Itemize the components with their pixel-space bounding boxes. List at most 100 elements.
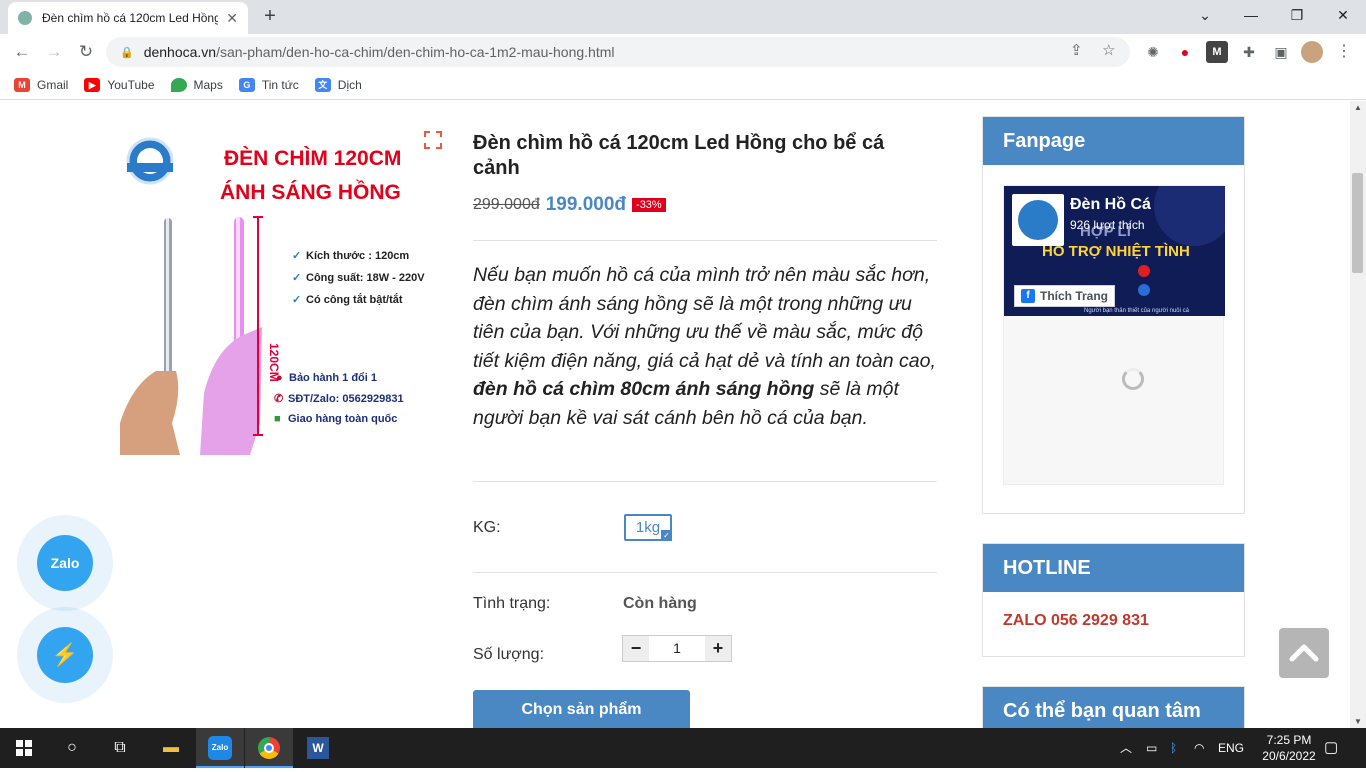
lock-icon[interactable]: 🔒 [120,46,134,59]
windows-start-icon[interactable] [0,728,48,768]
forward-icon[interactable]: → [40,38,68,66]
extension-gear-icon[interactable]: ✺ [1142,41,1164,63]
svg-text:✆: ✆ [274,393,283,405]
image-service-2: SĐT/Zalo: 0562929831 [288,393,404,405]
price-row: 299.000đ 199.000đ -33% [473,194,666,216]
browser-tab[interactable]: Đèn chìm hồ cá 120cm Led Hồng c ✕ [8,2,248,34]
page-scrollbar[interactable]: ▲ ▼ [1350,101,1366,728]
tab-close-icon[interactable]: ✕ [226,10,238,27]
tab-search-icon[interactable]: ⌄ [1182,0,1228,30]
chevron-up-icon [1289,644,1319,662]
select-product-button[interactable]: Chọn sản phẩm [473,690,690,728]
news-icon: G [238,77,255,92]
divider [473,240,937,241]
clock-date: 20/6/2022 [1262,749,1316,763]
fanpage-widget: Fanpage HỢP LÍ HỖ TRỢ NHIỆT TÌNH Người b… [982,116,1245,514]
profile-avatar[interactable] [1301,41,1323,63]
hotline-widget: HOTLINE ZALO 056 2929 831 [982,543,1245,657]
scrollbar-thumb[interactable] [1352,173,1363,273]
search-icon[interactable]: ○ [48,728,96,768]
taskbar: ○ ⧉ ▬ Zalo W ︿ ▭ ᛒ ◠ ENG 7:25 PM 20/6/20… [0,728,1366,768]
input-language[interactable]: ENG [1218,728,1244,768]
status-label: Tình trạng: [473,595,551,612]
side-panel-icon[interactable]: ▣ [1270,41,1292,63]
related-widget: Có thể bạn quan tâm [982,686,1245,728]
tab-title: Đèn chìm hồ cá 120cm Led Hồng c [42,11,219,25]
svg-text:✓: ✓ [292,294,301,306]
image-service-1: Bảo hành 1 đổi 1 [289,372,377,384]
url-path: /san-pham/den-ho-ca-chim/den-chim-ho-ca-… [216,44,615,60]
scroll-up-arrow-icon[interactable]: ▲ [1354,103,1362,112]
old-price: 299.000đ [473,196,540,213]
minimize-icon[interactable]: — [1228,0,1274,30]
related-heading: Có thể bạn quan tâm [983,687,1244,728]
facebook-like-page-button[interactable]: f Thích Trang [1014,285,1116,307]
new-tab-icon[interactable]: + [258,4,282,28]
pinterest-icon[interactable]: ● [1174,41,1196,63]
system-clock[interactable]: 7:25 PM 20/6/2022 [1255,732,1323,764]
battery-icon[interactable]: ▭ [1146,728,1157,768]
image-service-3: Giao hàng toàn quốc [288,413,397,425]
quantity-input[interactable]: 1 [649,636,705,661]
bookmark-gmail[interactable]: M Gmail [14,77,68,92]
task-view-icon[interactable]: ⧉ [96,728,144,768]
messenger-icon: ⚡ [37,627,93,683]
zalo-taskbar-icon[interactable]: Zalo [196,728,244,768]
bookmark-youtube[interactable]: ▶ YouTube [84,77,155,92]
back-icon[interactable]: ← [8,38,36,66]
scroll-down-arrow-icon[interactable]: ▼ [1354,717,1362,726]
bookmark-maps[interactable]: Maps [170,77,223,92]
translate-icon: 文 [314,77,331,92]
product-image[interactable]: 120CM ĐÈN CHÌM 120CM ÁNH SÁNG HỒNG ✓ Kíc… [120,123,450,455]
menu-kebab-icon[interactable]: ⋮ [1333,41,1355,63]
zalo-chat-button[interactable]: Zalo [17,515,113,611]
puzzle-icon[interactable]: ✚ [1238,41,1260,63]
hotline-number[interactable]: ZALO 056 2929 831 [983,592,1244,650]
svg-text:✓: ✓ [292,250,301,262]
word-taskbar-icon[interactable]: W [294,728,342,768]
divider [473,572,937,573]
share-icon[interactable]: ⇪ [1070,41,1083,59]
quantity-increase-button[interactable]: + [705,636,731,661]
site-favicon-icon [18,11,32,25]
discount-badge: -33% [632,198,666,212]
image-spec-3: Có công tắt bật/tắt [306,293,403,306]
stock-status: Còn hàng [623,595,697,612]
m-extension-icon[interactable]: M [1206,41,1228,63]
image-spec-2: Công suất: 18W - 220V [306,272,425,284]
facebook-page-plugin: HỢP LÍ HỖ TRỢ NHIỆT TÌNH Người bạn thân … [1003,185,1225,485]
quantity-decrease-button[interactable]: − [623,636,649,661]
bluetooth-icon[interactable]: ᛒ [1170,728,1177,768]
bookmark-star-icon[interactable]: ☆ [1102,41,1115,59]
facebook-page-name[interactable]: Đèn Hồ Cá [1070,196,1151,214]
product-title: Đèn chìm hồ cá 120cm Led Hồng cho bể cá … [473,132,885,179]
chrome-taskbar-icon[interactable] [245,728,293,768]
kg-option-1kg[interactable]: 1kg ✓ [624,514,672,541]
wifi-icon[interactable]: ◠ [1194,728,1204,768]
sale-price: 199.000đ [545,194,627,215]
address-bar[interactable]: 🔒 denhoca.vn/san-pham/den-ho-ca-chim/den… [106,37,1130,67]
image-headline-1: ĐÈN CHÌM 120CM [224,147,401,170]
tab-strip: Đèn chìm hồ cá 120cm Led Hồng c ✕ + ⌄ — … [0,0,1366,34]
divider [473,481,937,482]
cover-footer: Người bạn thân thiết của người nuôi cá [1084,307,1190,314]
bookmark-news[interactable]: G Tin tức [238,77,299,92]
kg-label: KG: [473,519,501,536]
gmail-icon: M [14,77,30,92]
quantity-stepper: − 1 + [622,635,732,662]
notification-icon[interactable]: ▢ [1324,728,1338,768]
maximize-icon[interactable]: ❐ [1274,0,1320,30]
tray-chevron-up-icon[interactable]: ︿ [1120,728,1132,768]
page-avatar[interactable] [1012,194,1064,246]
facebook-like-count: 926 lượt thích [1070,218,1145,232]
fullscreen-expand-icon[interactable] [423,130,443,150]
back-to-top-button[interactable] [1279,628,1329,678]
facebook-icon: f [1021,289,1035,303]
reload-icon[interactable]: ↻ [72,38,100,66]
file-explorer-icon[interactable]: ▬ [147,728,195,768]
hotline-heading: HOTLINE [983,544,1244,592]
window-close-icon[interactable]: ✕ [1320,0,1366,30]
messenger-chat-button[interactable]: ⚡ [17,607,113,703]
maps-icon [170,77,187,92]
bookmark-translate[interactable]: 文 Dịch [314,77,362,92]
